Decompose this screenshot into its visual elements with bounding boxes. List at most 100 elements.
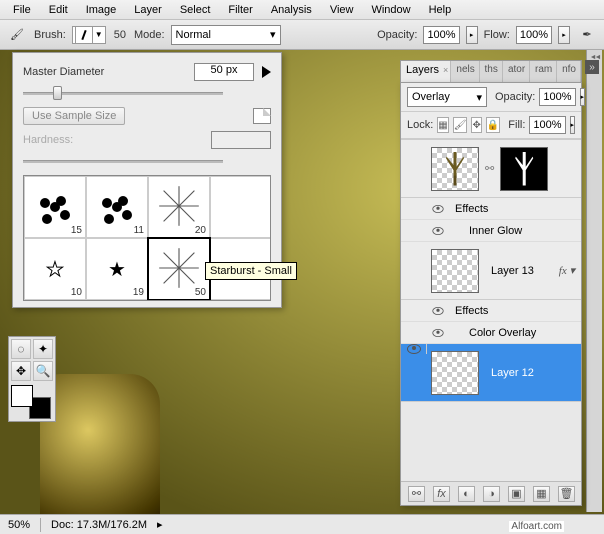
master-diameter-input[interactable]: 50 px xyxy=(194,63,254,81)
layer-item[interactable]: ⚯ xyxy=(401,140,581,198)
flow-input[interactable]: 100% xyxy=(516,26,552,44)
mode-select[interactable]: Normal ▾ xyxy=(171,25,281,45)
delete-layer-icon[interactable]: 🗑 xyxy=(558,486,575,502)
canvas-content xyxy=(40,374,160,514)
lock-transparent-icon[interactable]: ▦ xyxy=(437,117,448,133)
lock-position-icon[interactable]: ✥ xyxy=(471,117,481,133)
brush-preset[interactable]: 20 xyxy=(148,176,210,238)
tab-histogram[interactable]: ram xyxy=(530,61,557,82)
lasso-tool-icon[interactable]: ◌ xyxy=(11,339,31,359)
link-layers-icon[interactable]: ⚯ xyxy=(408,486,425,502)
brush-preset-picker[interactable]: ▼ xyxy=(72,26,106,44)
adjustment-layer-icon[interactable]: ◑ xyxy=(483,486,500,502)
effects-row[interactable]: Effects xyxy=(401,300,581,322)
panel-collapse-strip[interactable] xyxy=(586,50,602,512)
menu-layer[interactable]: Layer xyxy=(125,2,171,18)
group-icon[interactable]: ▣ xyxy=(508,486,525,502)
brush-preset[interactable] xyxy=(210,176,271,238)
link-icon: ⚯ xyxy=(485,162,494,175)
options-bar: 🖌 Brush: ▼ 50 Mode: Normal ▾ Opacity: 10… xyxy=(0,20,604,50)
layer-list: ⚯EffectsInner GlowLayer 13fx ▾EffectsCol… xyxy=(401,139,581,481)
toolbox: ◌ ✦ ✥ 🔍 xyxy=(8,336,56,422)
menu-help[interactable]: Help xyxy=(420,2,461,18)
layer-style-icon[interactable]: fx xyxy=(433,486,450,502)
brush-grid: 151120 ★10★1950 xyxy=(23,175,271,301)
layer-opacity-input[interactable]: 100% xyxy=(539,88,575,106)
hardness-label: Hardness: xyxy=(23,134,203,146)
fill-label: Fill: xyxy=(508,119,525,131)
layer-item[interactable]: Layer 13fx ▾ xyxy=(401,242,581,300)
tab-navigator[interactable]: ator xyxy=(503,61,530,82)
menu-view[interactable]: View xyxy=(321,2,363,18)
new-layer-icon[interactable]: ▦ xyxy=(533,486,550,502)
menu-analysis[interactable]: Analysis xyxy=(262,2,321,18)
lock-pixels-icon[interactable]: 🖌 xyxy=(453,117,468,133)
flyout-menu-icon[interactable] xyxy=(262,66,271,78)
use-sample-size-button[interactable]: Use Sample Size xyxy=(23,107,125,125)
opacity-input[interactable]: 100% xyxy=(423,26,459,44)
panel-tabs: Layers× nels ths ator ram nfo xyxy=(400,60,582,82)
menu-file[interactable]: File xyxy=(4,2,40,18)
mode-label: Mode: xyxy=(134,29,165,41)
brush-label: Brush: xyxy=(34,29,66,41)
hardness-input xyxy=(211,131,271,149)
layers-footer: ⚯ fx ◐ ◑ ▣ ▦ 🗑 xyxy=(401,481,581,505)
chevron-right-icon[interactable]: ▸ xyxy=(157,518,163,531)
chevron-down-icon: ▼ xyxy=(93,30,103,39)
opacity-label: Opacity: xyxy=(377,29,417,41)
brush-preset[interactable]: 11 xyxy=(86,176,148,238)
tab-paths[interactable]: ths xyxy=(480,61,503,82)
master-diameter-slider[interactable] xyxy=(23,87,223,99)
visibility-icon[interactable] xyxy=(432,307,443,315)
brush-preset[interactable]: 50 xyxy=(148,238,210,300)
move-tool-icon[interactable]: ✥ xyxy=(11,361,31,381)
tab-layers[interactable]: Layers× xyxy=(401,61,451,82)
chevron-down-icon: ▾ xyxy=(270,28,276,41)
doc-size: Doc: 17.3M/176.2M xyxy=(51,519,147,531)
layer-item[interactable]: Layer 12 xyxy=(401,344,581,402)
brush-preset[interactable]: ★19 xyxy=(86,238,148,300)
menu-bar: File Edit Image Layer Select Filter Anal… xyxy=(0,0,604,20)
airbrush-icon[interactable]: ✒ xyxy=(576,24,598,46)
zoom-tool-icon[interactable]: 🔍 xyxy=(33,361,53,381)
menu-image[interactable]: Image xyxy=(77,2,126,18)
fill-input[interactable]: 100% xyxy=(529,116,565,134)
collapse-panels-icon[interactable]: » xyxy=(585,60,599,74)
lock-label: Lock: xyxy=(407,119,433,131)
brush-preview-icon xyxy=(75,26,93,44)
visibility-icon[interactable] xyxy=(432,205,443,213)
menu-filter[interactable]: Filter xyxy=(219,2,261,18)
tab-info[interactable]: nfo xyxy=(557,61,581,82)
visibility-icon[interactable] xyxy=(407,344,421,354)
menu-select[interactable]: Select xyxy=(171,2,220,18)
color-swatch[interactable] xyxy=(11,385,51,419)
tab-channels[interactable]: nels xyxy=(451,61,479,82)
close-icon[interactable]: × xyxy=(443,65,448,75)
menu-edit[interactable]: Edit xyxy=(40,2,77,18)
fill-flyout[interactable]: ▸ xyxy=(570,116,576,134)
effects-row[interactable]: Effects xyxy=(401,198,581,220)
effect-item[interactable]: Inner Glow xyxy=(401,220,581,242)
hardness-slider xyxy=(23,155,223,167)
layer-opacity-label: Opacity: xyxy=(495,91,535,103)
master-diameter-label: Master Diameter xyxy=(23,66,186,78)
menu-window[interactable]: Window xyxy=(362,2,419,18)
flow-flyout[interactable]: ▸ xyxy=(558,26,570,44)
brush-preset[interactable]: 15 xyxy=(24,176,86,238)
visibility-icon[interactable] xyxy=(432,227,443,235)
brush-tool-icon[interactable]: 🖌 xyxy=(6,24,28,46)
zoom-value[interactable]: 50% xyxy=(8,519,30,531)
blend-mode-select[interactable]: Overlay▾ xyxy=(407,87,487,107)
effect-item[interactable]: Color Overlay xyxy=(401,322,581,344)
visibility-icon[interactable] xyxy=(432,329,443,337)
tooltip: Starburst - Small xyxy=(205,262,297,280)
layer-opacity-flyout[interactable]: ▸ xyxy=(580,88,586,106)
brush-size-value: 50 xyxy=(112,29,128,41)
opacity-flyout[interactable]: ▸ xyxy=(466,26,478,44)
layer-mask-icon[interactable]: ◐ xyxy=(458,486,475,502)
brush-preset[interactable]: ★10 xyxy=(24,238,86,300)
lock-all-icon[interactable]: 🔒 xyxy=(486,117,500,133)
foreground-color[interactable] xyxy=(11,385,33,407)
wand-tool-icon[interactable]: ✦ xyxy=(33,339,53,359)
new-preset-icon[interactable] xyxy=(253,108,271,124)
